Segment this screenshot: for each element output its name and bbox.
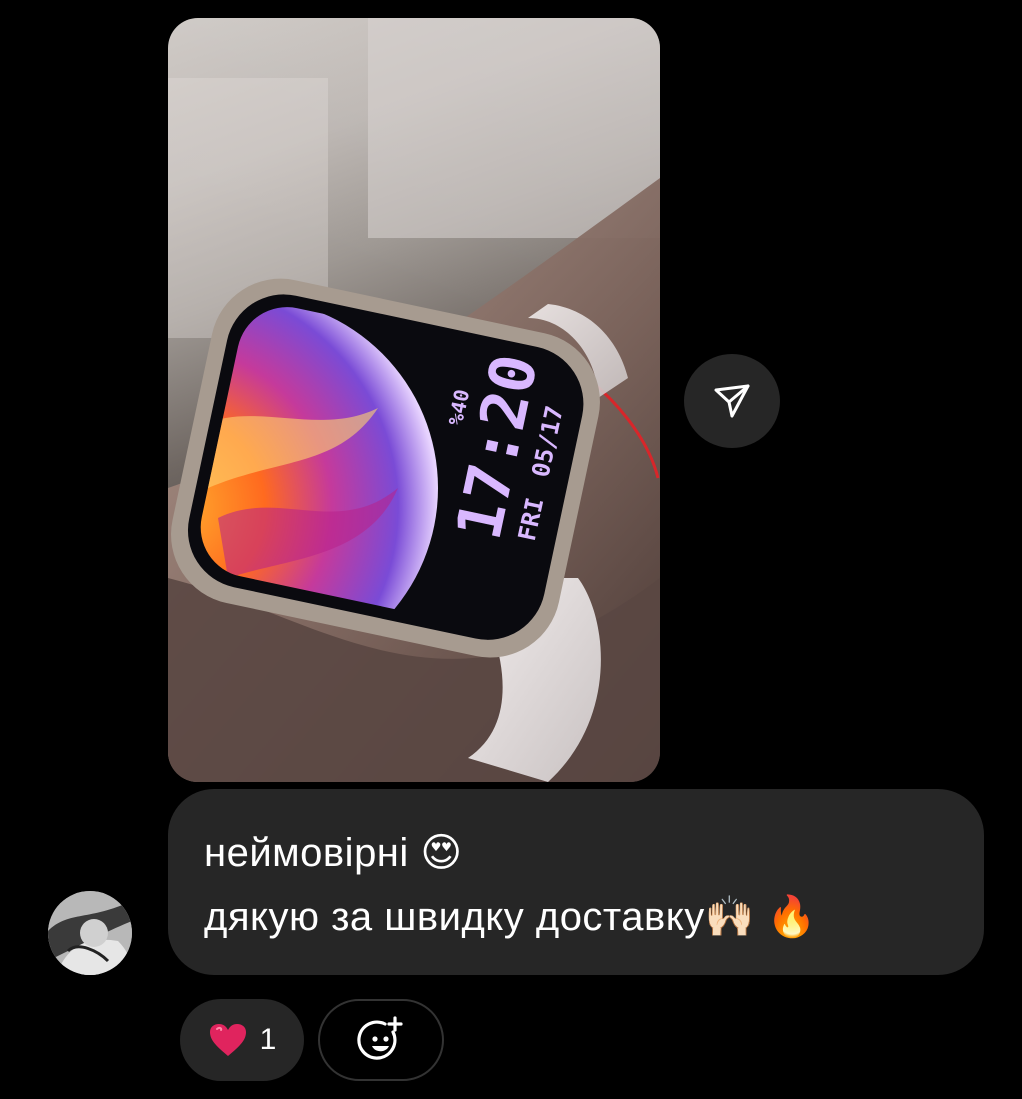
share-button[interactable]	[684, 354, 780, 448]
reaction-count: 1	[259, 1023, 277, 1056]
photo-message[interactable]: 17:20 FRI 05/17 %40	[168, 18, 660, 782]
heart-reaction[interactable]: 1	[180, 999, 304, 1081]
message-line-2: дякую за швидку доставку🙌🏻 🔥	[204, 895, 817, 939]
add-reaction-button[interactable]	[318, 999, 444, 1081]
message-line-1: неймовірні 😍	[204, 831, 463, 875]
smiley-plus-icon	[357, 1016, 403, 1060]
watch-photo: 17:20 FRI 05/17 %40	[168, 18, 660, 782]
paper-plane-icon	[714, 384, 750, 418]
avatar-image	[48, 891, 132, 975]
avatar[interactable]	[48, 891, 132, 975]
chat-screen: 17:20 FRI 05/17 %40 неймовірні 😍 дякую з…	[0, 0, 1022, 1099]
message-bubble[interactable]: неймовірні 😍 дякую за швидку доставку🙌🏻 …	[168, 789, 984, 975]
heart-icon	[209, 1024, 246, 1056]
